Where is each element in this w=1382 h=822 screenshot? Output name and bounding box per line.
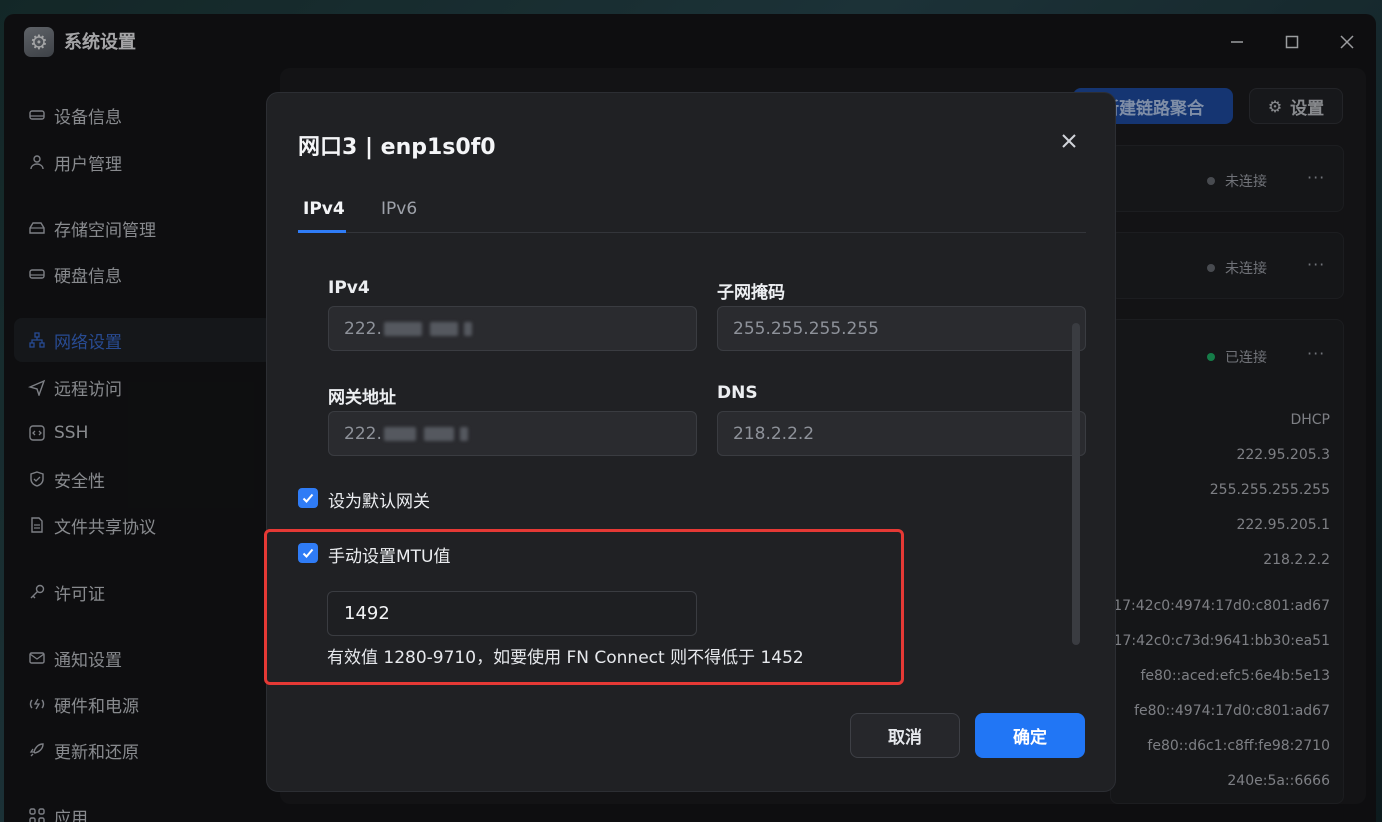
redacted-mark	[423, 426, 454, 441]
default-gateway-label: 设为默认网关	[328, 492, 430, 512]
checkmark-icon	[302, 493, 314, 503]
port-config-dialog: 网口3 | enp1s0f0 IPv4 IPv6 IPv4 222. 子网掩码 …	[264, 92, 1116, 792]
redacted-mark	[463, 321, 472, 336]
redacted-mark	[383, 426, 416, 441]
close-dialog-button[interactable]	[1055, 127, 1083, 155]
cancel-button[interactable]: 取消	[850, 713, 960, 758]
ipv4-label: IPv4	[328, 278, 370, 298]
dialog-scrollbar[interactable]	[1072, 323, 1080, 645]
tab-ipv4[interactable]: IPv4	[303, 199, 345, 219]
ipv4-value: 222.	[344, 318, 382, 339]
dialog-title: 网口3 | enp1s0f0	[298, 135, 496, 160]
confirm-button[interactable]: 确定	[975, 713, 1085, 758]
gateway-field[interactable]: 222.	[328, 411, 697, 456]
ip-tabs: IPv4 IPv6	[298, 189, 1086, 233]
dns-field[interactable]: 218.2.2.2	[717, 411, 1086, 456]
redacted-mark	[429, 321, 458, 336]
close-icon	[1062, 134, 1076, 148]
gateway-label: 网关地址	[328, 388, 396, 408]
gateway-value: 222.	[344, 423, 382, 444]
ipv4-field[interactable]: 222.	[328, 306, 697, 351]
subnet-mask-field[interactable]: 255.255.255.255	[717, 306, 1086, 351]
tab-ipv6[interactable]: IPv6	[381, 199, 417, 219]
default-gateway-checkbox[interactable]	[298, 488, 318, 508]
redacted-mark	[459, 426, 468, 441]
subnet-mask-label: 子网掩码	[717, 283, 785, 303]
redacted-mark	[383, 321, 422, 336]
dns-label: DNS	[717, 383, 758, 403]
mtu-highlight-annotation	[264, 529, 904, 685]
active-tab-indicator	[298, 230, 346, 233]
